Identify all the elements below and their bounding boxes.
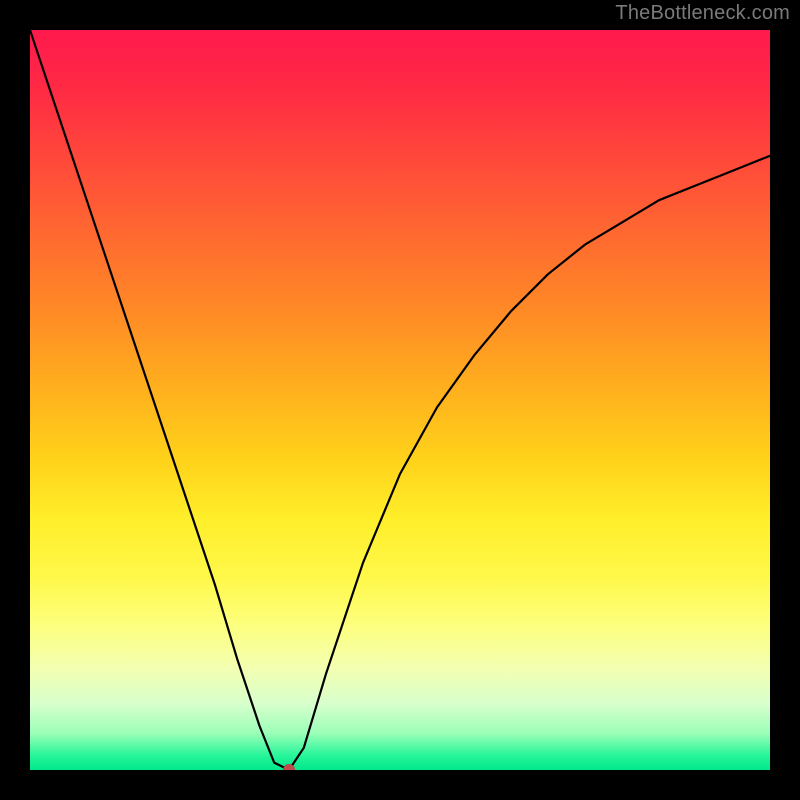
curve-layer: [30, 30, 770, 770]
chart-frame: TheBottleneck.com: [0, 0, 800, 800]
watermark-label: TheBottleneck.com: [615, 2, 790, 25]
bottleneck-curve: [30, 30, 770, 770]
plot-area: [30, 30, 770, 770]
